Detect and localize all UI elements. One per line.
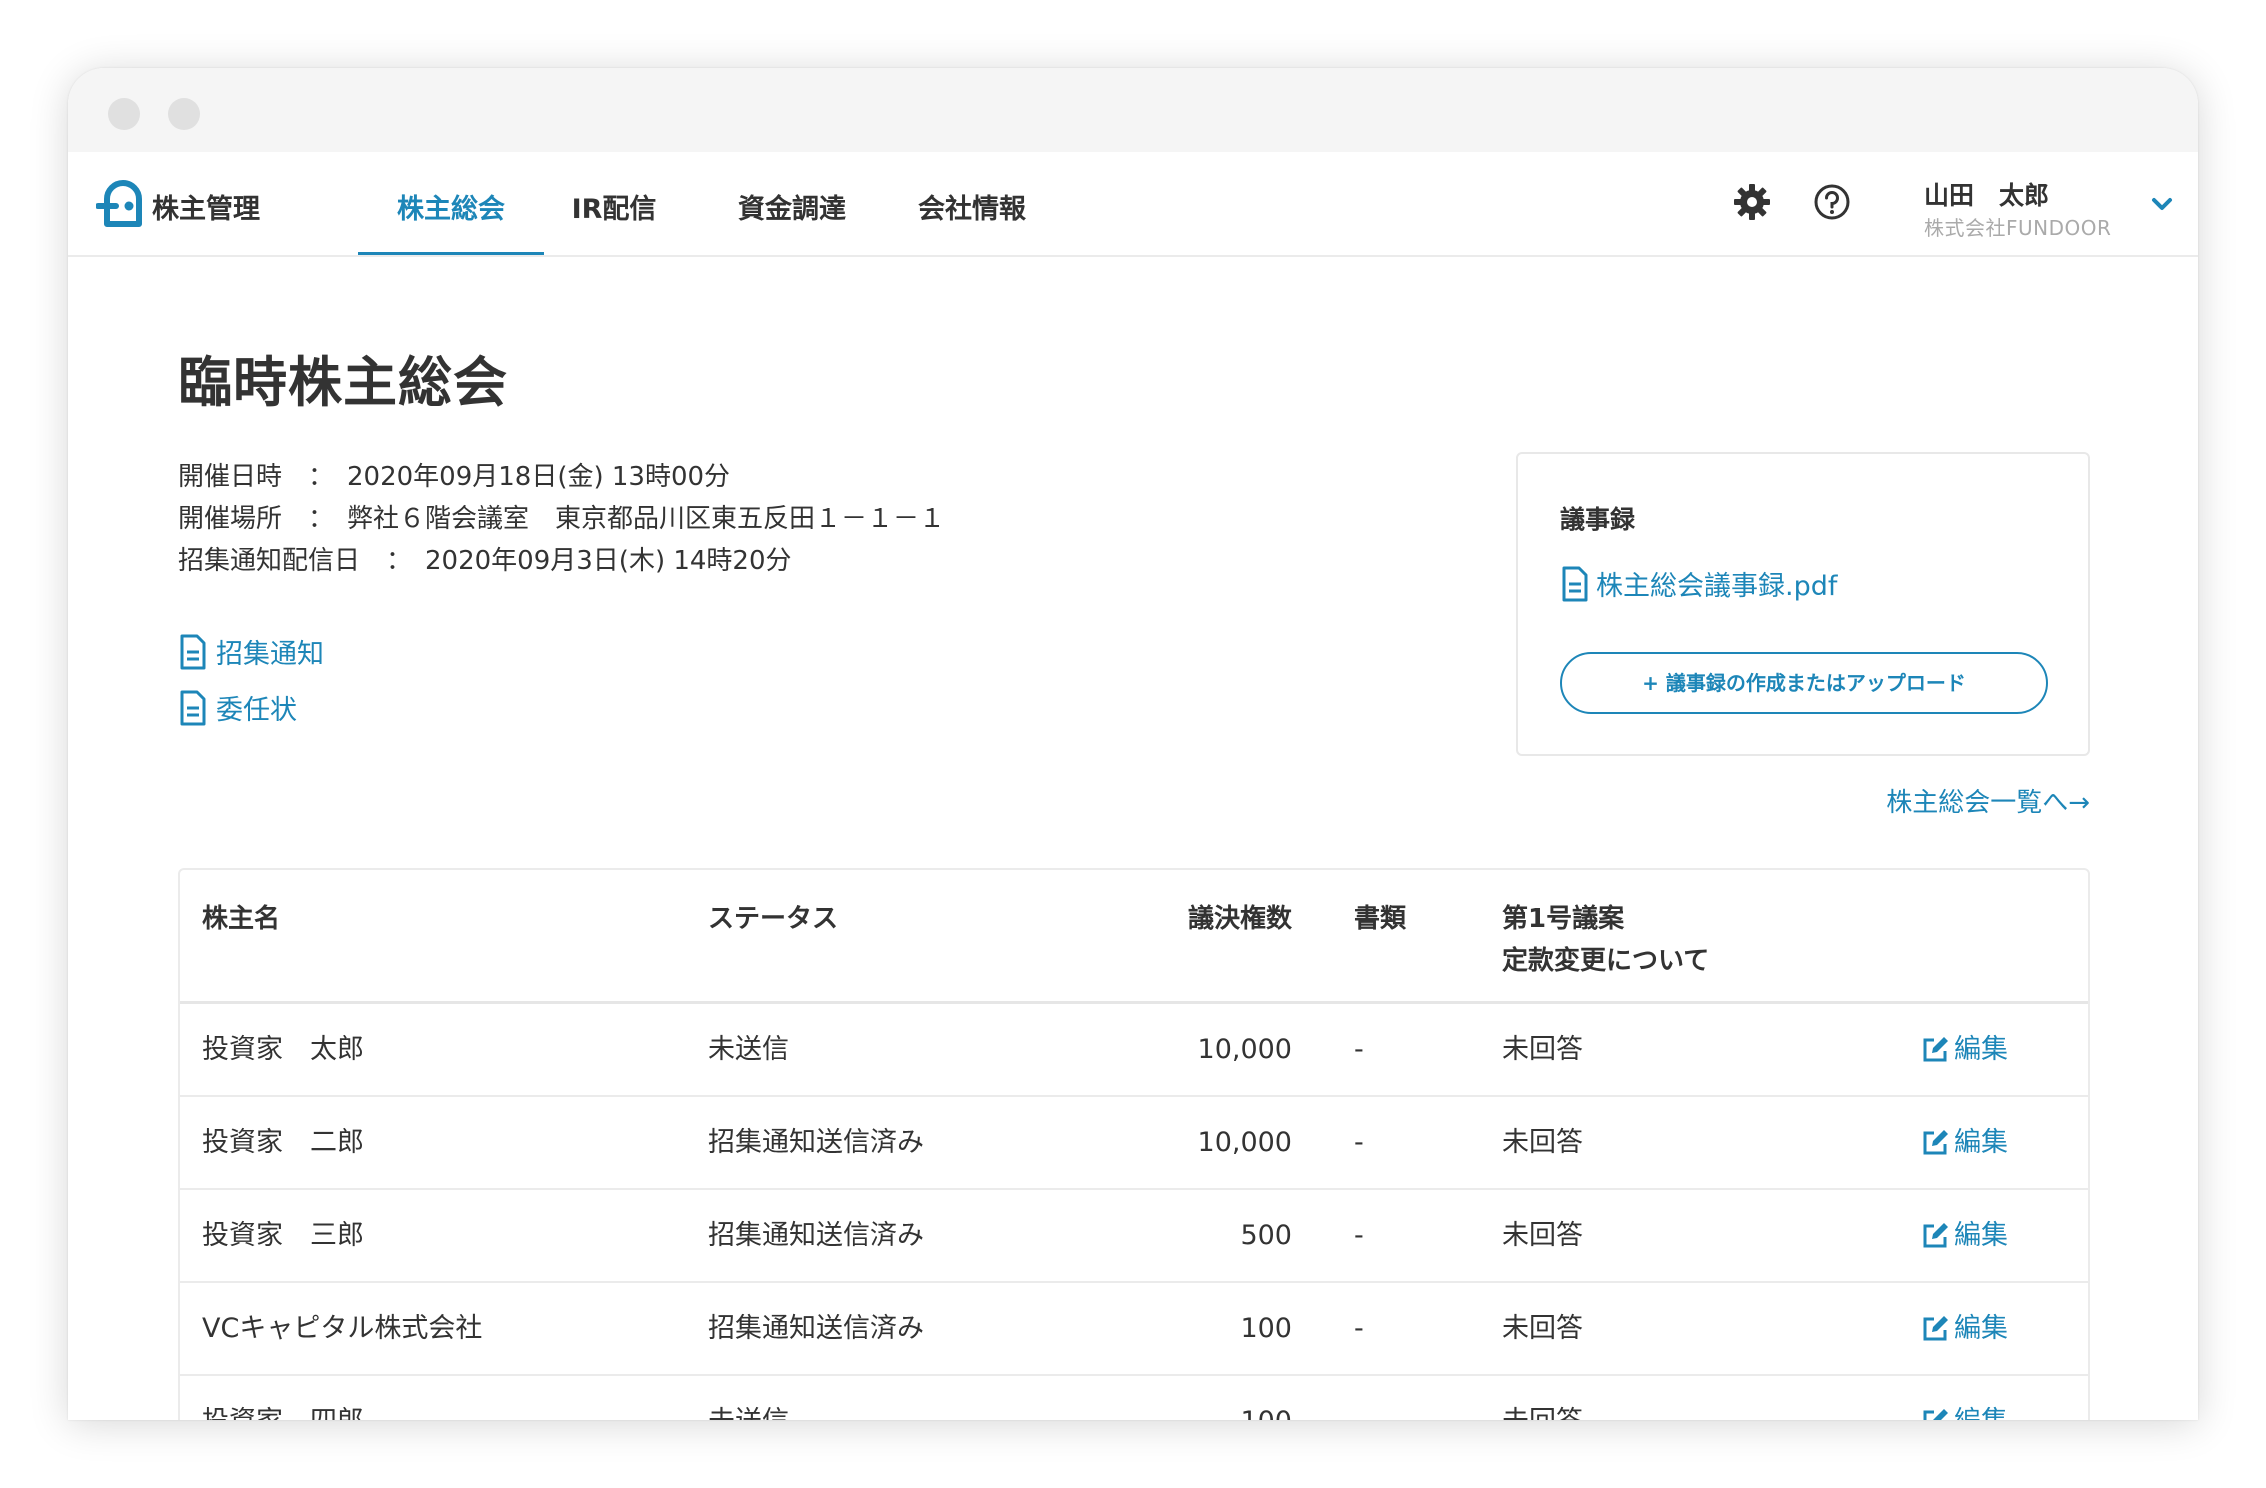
top-navbar: 株主管理 株主総会 IR配信 資金調達 会社情報 山田 太郎 株式会社FUNDO… [68,152,2198,257]
cell-answer: 未回答 [1502,1220,1583,1251]
cell-status: 未送信 [708,1376,789,1420]
cell-name: VCキャピタル株式会社 [202,1313,483,1344]
cell-name: 投資家 太郎 [202,1034,364,1065]
edit-button[interactable]: 編集 [1920,1376,2008,1420]
tab-company-info[interactable]: 会社情報 [912,152,1032,255]
window-titlebar [68,68,2198,152]
table-row: 投資家 太郎 未送信 10,000 - 未回答 編集 [180,1004,2088,1097]
fundoor-logo-icon[interactable] [96,174,150,228]
meeting-list-link[interactable]: 株主総会一覧へ→ [1886,782,2090,819]
edit-label: 編集 [1954,1220,2008,1251]
minutes-card: 議事録 株主総会議事録.pdf + 議事録の作成またはアップロード [1516,452,2090,756]
gear-icon[interactable] [1732,182,1772,222]
user-company: 株式会社FUNDOOR [1924,216,2112,240]
cell-documents: - [1354,1127,1364,1158]
edit-label: 編集 [1954,1313,2008,1344]
document-icon [180,634,206,669]
chevron-down-icon[interactable] [2148,194,2176,214]
tab-shareholder-meeting[interactable]: 株主総会 [358,152,544,255]
cell-name: 投資家 三郎 [202,1220,364,1251]
shareholder-table: 株主名 ステータス 議決権数 書類 第1号議案 定款変更について 投資家 太郎 … [178,868,2090,1420]
window-minimize-dot[interactable] [168,98,200,130]
convocation-notice-link[interactable]: 招集通知 [178,632,324,671]
minutes-file-link[interactable]: 株主総会議事録.pdf [1560,564,1837,603]
page-title: 臨時株主総会 [178,351,508,414]
cell-name: 投資家 二郎 [202,1127,364,1158]
header-voting-rights: 議決権数 [1188,904,1293,934]
proxy-form-label: 委任状 [216,695,297,726]
edit-icon [1923,1315,1948,1340]
browser-window: 株主管理 株主総会 IR配信 資金調達 会社情報 山田 太郎 株式会社FUNDO… [68,68,2198,1420]
header-status: ステータス [708,904,839,934]
cell-answer: 未回答 [1502,1313,1583,1344]
cell-answer: 未回答 [1502,1034,1583,1065]
edit-icon [1923,1222,1948,1247]
table-row: 投資家 四郎 未送信 100 - 未回答 編集 [180,1376,2088,1420]
cell-documents: - [1354,1376,1364,1420]
header-proposal-title: 定款変更について [1502,946,1710,976]
meeting-location: 開催場所 ： 弊社６階会議室 東京都品川区東五反田１－１－１ [178,504,946,534]
edit-button[interactable]: 編集 [1920,1283,2008,1374]
tab-fundraising[interactable]: 資金調達 [732,152,852,255]
proxy-form-link[interactable]: 委任状 [178,688,297,727]
table-row: 投資家 三郎 招集通知送信済み 500 - 未回答 編集 [180,1190,2088,1283]
cell-status: 未送信 [708,1034,789,1065]
edit-icon [1923,1129,1948,1154]
cell-status: 招集通知送信済み [708,1220,924,1251]
minutes-file-name: 株主総会議事録.pdf [1596,571,1838,602]
cell-votes: 10,000 [1197,1034,1292,1065]
cell-votes: 10,000 [1197,1127,1292,1158]
cell-documents: - [1354,1034,1364,1065]
edit-button[interactable]: 編集 [1920,1190,2008,1281]
user-name[interactable]: 山田 太郎 [1924,176,2049,212]
cell-votes: 100 [1092,1376,1292,1420]
table-row: VCキャピタル株式会社 招集通知送信済み 100 - 未回答 編集 [180,1283,2088,1376]
table-header: 株主名 ステータス 議決権数 書類 第1号議案 定款変更について [180,870,2088,1004]
edit-icon [1923,1408,1948,1420]
table-row: 投資家 二郎 招集通知送信済み 10,000 - 未回答 編集 [180,1097,2088,1190]
cell-documents: - [1354,1313,1364,1344]
notice-send-date: 招集通知配信日 ： 2020年09月3日(木) 14時20分 [178,546,792,576]
header-shareholder-name: 株主名 [202,904,281,934]
edit-icon [1923,1036,1948,1061]
cell-status: 招集通知送信済み [708,1313,924,1344]
cell-votes: 100 [1240,1313,1292,1344]
edit-button[interactable]: 編集 [1920,1004,2008,1095]
header-proposal-number: 第1号議案 [1502,904,1625,934]
edit-label: 編集 [1954,1127,2008,1158]
minutes-title: 議事録 [1560,505,1636,534]
header-proposal: 第1号議案 定款変更について [1502,898,1709,982]
cell-votes: 500 [1240,1220,1292,1251]
create-upload-minutes-button[interactable]: + 議事録の作成またはアップロード [1560,652,2048,714]
cell-documents: - [1354,1220,1364,1251]
edit-label: 編集 [1954,1034,2008,1065]
help-circle-icon[interactable] [1812,182,1852,222]
meeting-datetime: 開催日時 ： 2020年09月18日(金) 13時00分 [178,462,731,492]
cell-answer: 未回答 [1502,1127,1583,1158]
document-icon [1562,566,1588,601]
edit-label: 編集 [1954,1376,2008,1420]
document-icon [180,690,206,725]
tab-ir-distribution[interactable]: IR配信 [564,152,664,255]
cell-status: 招集通知送信済み [708,1127,924,1158]
tab-shareholder-management[interactable]: 株主管理 [146,152,266,255]
edit-button[interactable]: 編集 [1920,1097,2008,1188]
cell-name: 投資家 四郎 [202,1376,364,1420]
cell-answer: 未回答 [1502,1376,1583,1420]
window-close-dot[interactable] [108,98,140,130]
header-documents: 書類 [1354,904,1407,934]
convocation-notice-label: 招集通知 [216,639,324,670]
